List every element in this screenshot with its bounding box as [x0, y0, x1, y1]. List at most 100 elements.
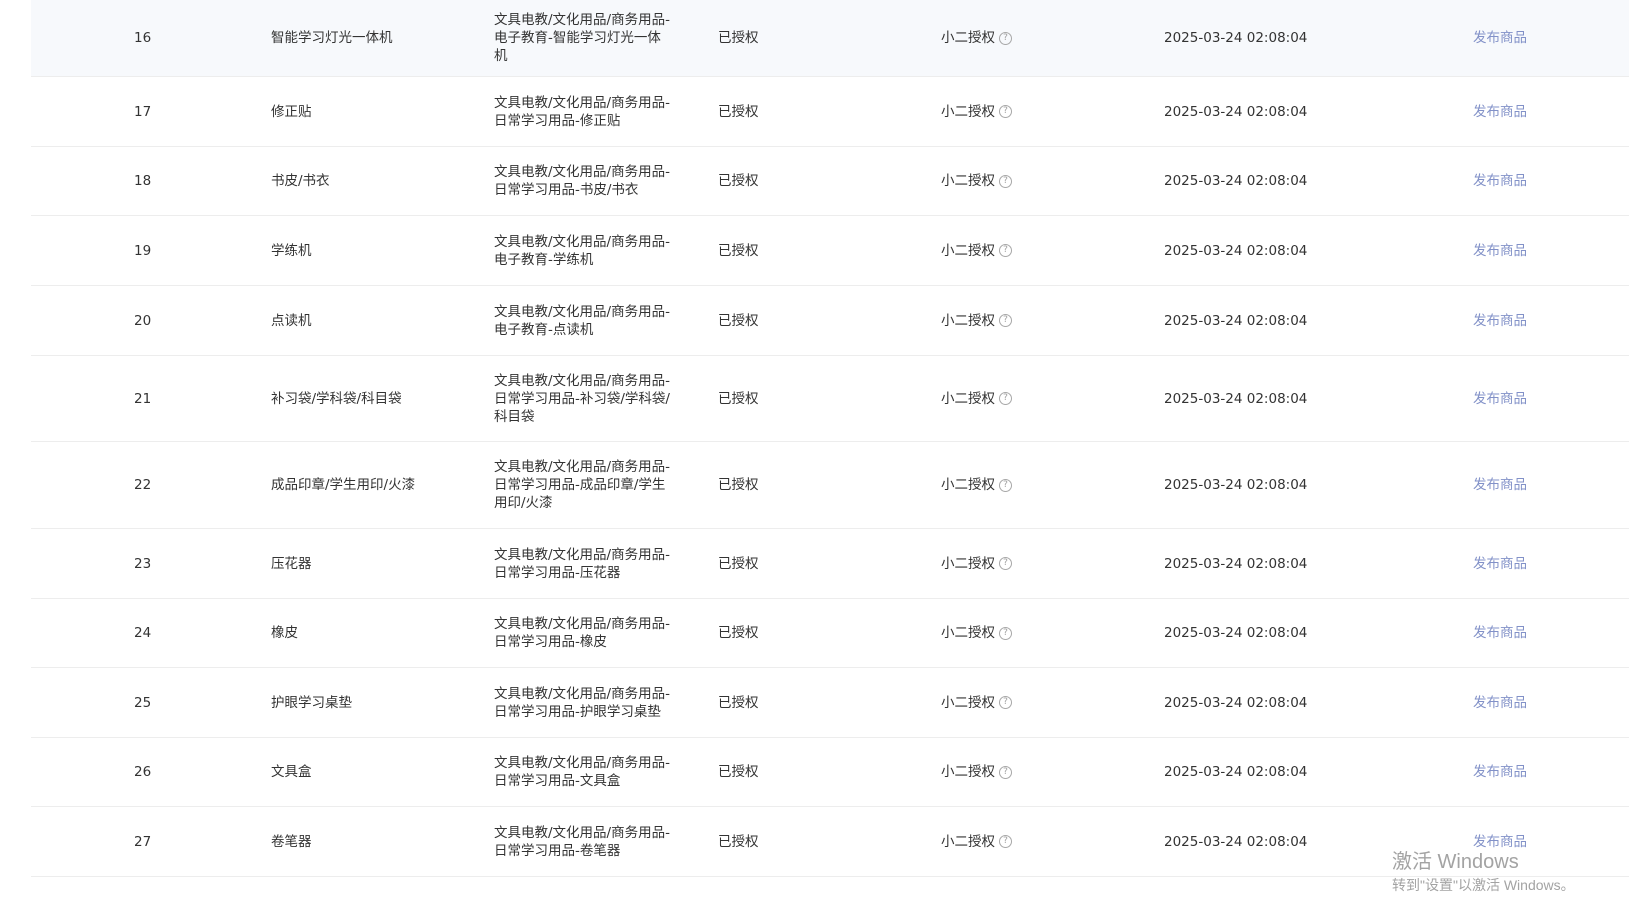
auth-type: 小二授权? [941, 833, 1012, 851]
publish-product-link[interactable]: 发布商品 [1473, 763, 1527, 781]
question-circle-icon[interactable]: ? [999, 244, 1012, 257]
auth-type-label: 小二授权 [941, 390, 995, 407]
auth-time: 2025-03-24 02:08:04 [1164, 390, 1308, 407]
category-path: 文具电教/文化用品/商务用品- 日常学习用品-成品印章/学生 用印/火漆 [494, 458, 686, 512]
category-name: 补习袋/学科袋/科目袋 [271, 390, 402, 407]
category-path-line: 文具电教/文化用品/商务用品- [494, 372, 670, 389]
auth-type: 小二授权? [941, 242, 1012, 260]
question-circle-icon[interactable]: ? [999, 314, 1012, 327]
category-name: 压花器 [271, 555, 312, 572]
category-path: 文具电教/文化用品/商务用品- 日常学习用品-文具盒 [494, 754, 686, 790]
category-path: 文具电教/文化用品/商务用品- 日常学习用品-护眼学习桌垫 [494, 685, 686, 721]
category-path-line: 文具电教/文化用品/商务用品- [494, 94, 670, 111]
category-path-line: 文具电教/文化用品/商务用品- [494, 459, 670, 475]
auth-type: 小二授权? [941, 476, 1012, 494]
table-row: 24 橡皮 文具电教/文化用品/商务用品- 日常学习用品-橡皮 已授权 小二授权? 2025… [31, 599, 1629, 668]
row-index: 26 [134, 764, 152, 780]
question-circle-icon[interactable]: ? [999, 765, 1012, 779]
question-circle-icon[interactable]: ? [999, 31, 1012, 45]
category-path-line: 用印/火漆 [494, 495, 553, 511]
question-circle-icon[interactable]: ? [999, 557, 1012, 570]
row-index: 27 [134, 833, 152, 850]
auth-type-label: 小二授权 [941, 173, 995, 189]
table-row: 27 卷笔器 文具电教/文化用品/商务用品- 日常学习用品-卷笔器 已授权 小二授权? 20… [31, 807, 1629, 877]
row-index: 16 [134, 30, 152, 46]
publish-product-link[interactable]: 发布商品 [1473, 103, 1527, 121]
publish-product-link[interactable]: 发布商品 [1473, 555, 1527, 573]
publish-product-link[interactable]: 发布商品 [1473, 833, 1527, 851]
auth-status: 已授权 [718, 103, 759, 120]
question-circle-icon[interactable]: ? [999, 174, 1012, 188]
category-path: 文具电教/文化用品/商务用品- 日常学习用品-书皮/书衣 [494, 163, 686, 199]
category-path: 文具电教/文化用品/商务用品- 日常学习用品-压花器 [494, 546, 686, 582]
category-path: 文具电教/文化用品/商务用品- 日常学习用品-橡皮 [494, 615, 686, 651]
publish-product-link[interactable]: 发布商品 [1473, 312, 1527, 330]
category-path-line: 电子教育-学练机 [494, 251, 594, 268]
category-name: 学练机 [271, 242, 312, 259]
question-circle-icon[interactable]: ? [999, 626, 1012, 640]
question-circle-icon[interactable]: ? [999, 696, 1012, 709]
table-row: 21 补习袋/学科袋/科目袋 文具电教/文化用品/商务用品- 日常学习用品-补习袋/学… [31, 356, 1629, 442]
auth-type: 小二授权? [941, 103, 1012, 121]
row-index: 23 [134, 555, 152, 572]
table-row: 19 学练机 文具电教/文化用品/商务用品- 电子教育-学练机 已授权 小二授权? 2025… [31, 216, 1629, 286]
publish-product-link[interactable]: 发布商品 [1473, 476, 1527, 494]
auth-status: 已授权 [718, 173, 759, 189]
category-name: 点读机 [271, 312, 312, 329]
auth-status: 已授权 [718, 625, 759, 641]
category-path-line: 电子教育-智能学习灯光一体 [494, 30, 661, 46]
row-index: 24 [134, 625, 152, 641]
category-name: 智能学习灯光一体机 [271, 30, 393, 46]
category-path-line: 日常学习用品-护眼学习桌垫 [494, 703, 661, 720]
publish-product-link[interactable]: 发布商品 [1473, 242, 1527, 260]
table-row: 18 书皮/书衣 文具电教/文化用品/商务用品- 日常学习用品-书皮/书衣 已授权 小二授… [31, 147, 1629, 216]
category-path-line: 日常学习用品-修正贴 [494, 112, 621, 129]
auth-type: 小二授权? [941, 694, 1012, 712]
auth-status: 已授权 [718, 312, 759, 329]
category-name: 橡皮 [271, 625, 298, 641]
row-index: 21 [134, 390, 152, 407]
auth-time: 2025-03-24 02:08:04 [1164, 312, 1308, 329]
auth-type-label: 小二授权 [941, 625, 995, 641]
category-path-line: 文具电教/文化用品/商务用品- [494, 164, 670, 180]
publish-product-link[interactable]: 发布商品 [1473, 624, 1527, 642]
category-name: 文具盒 [271, 764, 312, 780]
question-circle-icon[interactable]: ? [999, 392, 1012, 405]
table-row: 23 压花器 文具电教/文化用品/商务用品- 日常学习用品-压花器 已授权 小二授权? 20… [31, 529, 1629, 599]
auth-time: 2025-03-24 02:08:04 [1164, 30, 1308, 46]
category-path-line: 日常学习用品-成品印章/学生 [494, 477, 666, 493]
category-auth-table: 16 智能学习灯光一体机 文具电教/文化用品/商务用品- 电子教育-智能学习灯光一体机… [31, 0, 1629, 877]
publish-product-link[interactable]: 发布商品 [1473, 172, 1527, 190]
auth-status: 已授权 [718, 555, 759, 572]
auth-type: 小二授权? [941, 29, 1012, 47]
auth-type-label: 小二授权 [941, 103, 995, 120]
publish-product-link[interactable]: 发布商品 [1473, 390, 1527, 408]
auth-type: 小二授权? [941, 763, 1012, 781]
category-path-line: 日常学习用品-压花器 [494, 564, 621, 581]
auth-type-label: 小二授权 [941, 312, 995, 329]
publish-product-link[interactable]: 发布商品 [1473, 29, 1527, 47]
auth-time: 2025-03-24 02:08:04 [1164, 173, 1308, 189]
row-index: 18 [134, 173, 152, 189]
auth-time: 2025-03-24 02:08:04 [1164, 833, 1308, 850]
category-name: 成品印章/学生用印/火漆 [271, 477, 416, 493]
auth-status: 已授权 [718, 833, 759, 850]
table-row: 16 智能学习灯光一体机 文具电教/文化用品/商务用品- 电子教育-智能学习灯光一体机… [31, 0, 1629, 77]
category-name: 书皮/书衣 [271, 173, 330, 189]
auth-status: 已授权 [718, 390, 759, 407]
category-path-line: 科目袋 [494, 408, 535, 425]
watermark-subtitle: 转到"设置"以激活 Windows。 [1392, 877, 1575, 893]
auth-time: 2025-03-24 02:08:04 [1164, 764, 1308, 780]
auth-status: 已授权 [718, 764, 759, 780]
auth-type: 小二授权? [941, 390, 1012, 408]
category-name: 修正贴 [271, 103, 312, 120]
category-path-line: 文具电教/文化用品/商务用品- [494, 616, 670, 632]
row-index: 22 [134, 477, 152, 493]
auth-type-label: 小二授权 [941, 694, 995, 711]
auth-type-label: 小二授权 [941, 555, 995, 572]
auth-type: 小二授权? [941, 624, 1012, 642]
question-circle-icon[interactable]: ? [999, 105, 1012, 118]
question-circle-icon[interactable]: ? [999, 478, 1012, 492]
question-circle-icon[interactable]: ? [999, 835, 1012, 848]
publish-product-link[interactable]: 发布商品 [1473, 694, 1527, 712]
